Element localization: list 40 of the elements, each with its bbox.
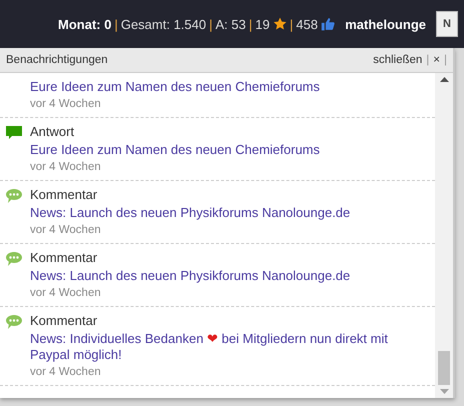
star-count: 19 [255,16,270,32]
close-link[interactable]: schließen [373,54,422,66]
speech-bubble-icon [6,126,22,140]
notification-time: vor 4 Wochen [30,161,102,173]
separator: | [290,16,294,32]
separator: | [114,16,118,32]
username[interactable]: mathelounge [345,16,426,32]
notification-type: Kommentar [30,250,98,265]
star-icon [272,17,287,31]
notification-time: vor 4 Wochen [30,366,102,378]
notification-link[interactable]: News: Launch des neuen Physikforums Nanolounge.de [30,205,429,221]
scroll-down-icon[interactable] [440,389,448,394]
month-points: Monat: 0 [58,16,112,32]
thumbs-up-icon [320,17,335,31]
scroll-up-icon[interactable] [440,77,448,82]
scrollbar[interactable] [435,73,453,398]
notification-type: Kommentar [30,187,98,202]
scrollbar-thumb[interactable] [438,351,450,385]
notification-link[interactable]: News: Individuelles Bedanken ❤ bei Mitgliedern nun direkt mit Paypal möglich! [30,331,429,363]
notification-link[interactable]: Eure Ideen zum Namen des neuen Chemieforums [30,79,429,95]
answer-count: A: 53 [216,16,246,32]
close-button[interactable]: × [433,54,440,66]
notification-type: Kommentar [30,313,98,328]
avatar-button[interactable]: N [436,11,458,37]
notification-link[interactable]: News: Launch des neuen Physikforums Nanolounge.de [30,268,429,284]
notification-type: Antwort [30,124,76,139]
speech-bubble-icon [6,315,22,330]
notification-link[interactable]: Eure Ideen zum Namen des neuen Chemieforums [30,142,429,158]
notification-time: vor 4 Wochen [30,287,102,299]
like-count: 458 [296,16,318,32]
speech-bubble-icon [6,189,22,204]
total-points: Gesamt: 1.540 [120,16,206,32]
speech-bubble-icon [6,252,22,267]
notification-time: vor 4 Wochen [30,98,102,110]
separator: | [426,54,430,66]
separator: | [248,16,252,32]
panel-title: Benachrichtigungen [6,54,108,66]
notification-time: vor 4 Wochen [30,224,102,236]
separator: | [209,16,213,32]
separator: | [444,54,447,66]
